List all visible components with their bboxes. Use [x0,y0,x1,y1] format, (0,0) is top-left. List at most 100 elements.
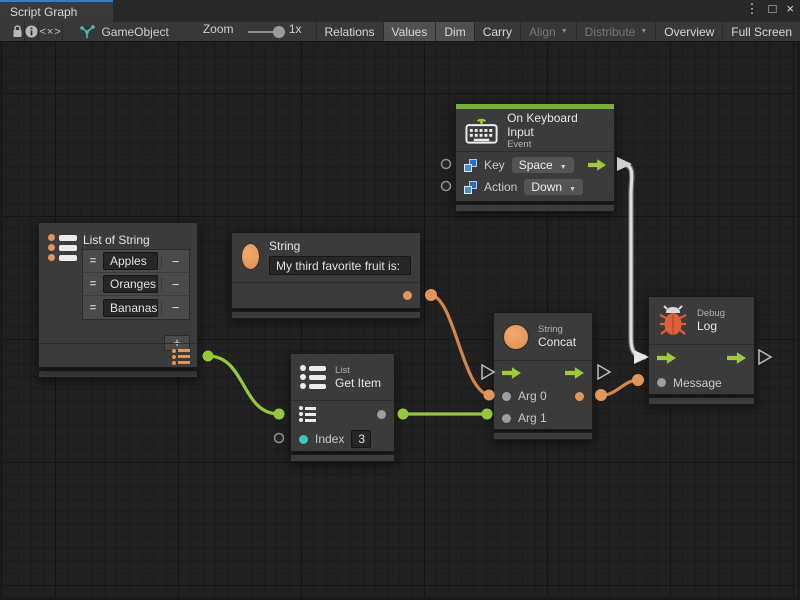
values-button[interactable]: Values [383,22,436,41]
wire-endpoint[interactable] [398,409,409,420]
node-string-literal[interactable]: String My third favorite fruit is: [231,232,421,319]
unity-visual-scripting-window: Script Graph ⋮ □ × <×> [0,0,800,600]
tab-script-graph[interactable]: Script Graph [0,0,113,22]
keyboard-icon [465,115,498,145]
node-title: On Keyboard Input [507,111,605,139]
node-footer [455,204,615,212]
node-debug-log[interactable]: Debug Log Message [648,296,755,405]
align-dropdown[interactable]: Align [520,22,576,41]
arg1-input-port[interactable] [502,414,511,423]
wire-endpoint[interactable] [274,409,285,420]
list-item-field[interactable]: Bananas [103,299,158,317]
wire-endpoint[interactable] [482,409,493,420]
key-dropdown[interactable]: Space [512,157,574,173]
list-item-row: = Bananas − [83,296,189,319]
node-title: String [269,239,411,253]
node-list-of-string[interactable]: List of String = Apples − = Oranges − = [38,222,198,378]
unconnected-port-ring[interactable] [442,182,451,191]
result-output-port[interactable] [575,392,584,401]
string-output-port[interactable] [403,291,412,300]
flow-output-arrow[interactable] [588,159,606,172]
message-port-label: Message [673,376,722,390]
control-wire-casing [621,164,646,357]
list-item-field[interactable]: Oranges [103,275,158,293]
fullscreen-button[interactable]: Full Screen [722,22,800,41]
chevron-down-icon [560,158,567,172]
window-controls: ⋮ □ × [746,1,794,17]
bug-icon [658,305,688,337]
overview-button[interactable]: Overview [655,22,722,41]
node-footer [231,311,421,319]
arg0-input-port[interactable] [502,392,511,401]
drag-handle-icon[interactable]: = [83,255,103,267]
node-concat[interactable]: String Concat Arg 0 Arg 1 [493,312,593,440]
flow-output-arrow[interactable] [727,352,746,365]
zoom-label: Zoom [203,22,234,41]
zoom-slider-knob[interactable] [273,26,285,38]
maximize-icon[interactable]: □ [769,1,777,17]
flow-port-triangle[interactable] [598,365,610,379]
lock-button[interactable] [11,22,25,41]
menu-icon[interactable]: ⋮ [746,1,759,17]
node-category: List [335,365,381,376]
info-button[interactable] [25,22,39,41]
remove-item-button[interactable]: − [161,254,189,269]
code-icon: <×> [39,26,61,38]
wire-endpoint[interactable] [203,351,214,362]
node-get-item[interactable]: List Get Item Index 3 [290,353,395,462]
relations-button[interactable]: Relations [316,22,383,41]
wire-endpoint[interactable] [425,289,437,301]
control-wire [621,164,646,357]
action-dropdown[interactable]: Down [524,179,583,195]
index-input-port[interactable] [299,435,308,444]
unconnected-port-ring[interactable] [442,160,451,169]
action-enum-icon [464,181,477,194]
string-value-field[interactable]: My third favorite fruit is: [269,256,411,275]
list-item-field[interactable]: Apples [103,252,158,270]
list-input-port[interactable] [299,406,316,422]
graph-canvas[interactable]: On Keyboard Input Event Key Space [0,42,800,600]
wire-endpoint[interactable] [632,374,644,386]
index-value-field[interactable]: 3 [351,430,371,448]
node-footer [493,432,593,440]
wire-endpoint[interactable] [595,389,607,401]
carry-button[interactable]: Carry [474,22,520,41]
dim-button[interactable]: Dim [435,22,473,41]
node-category: String [538,324,576,335]
close-icon[interactable]: × [786,1,794,17]
node-title: Concat [538,335,576,349]
drag-handle-icon[interactable]: = [83,302,103,314]
flow-input-arrow[interactable] [502,367,521,380]
node-category: Debug [697,308,725,319]
remove-item-button[interactable]: − [161,300,189,315]
unconnected-port-ring[interactable] [275,434,284,443]
message-input-port[interactable] [657,378,666,387]
list-item-row: = Apples − [83,250,189,273]
index-port-label: Index [315,432,344,446]
gameobject-label: GameObject [101,25,168,39]
flow-port-triangle[interactable] [759,350,771,364]
toolbar-left-pad [0,22,11,41]
action-dropdown-value: Down [531,180,562,194]
list-category-icon [300,365,326,389]
remove-item-button[interactable]: − [161,277,189,292]
zoom-value: 1x [289,22,302,41]
result-wire [601,380,638,395]
drag-handle-icon[interactable]: = [83,278,103,290]
zoom-slider[interactable] [248,31,280,33]
code-view-button[interactable]: <×> [39,22,64,41]
flow-input-arrow[interactable] [657,352,676,365]
string-type-icon [503,324,529,350]
gameobject-reference[interactable]: GameObject [79,22,168,41]
distribute-dropdown[interactable]: Distribute [576,22,656,41]
node-title: Log [697,319,725,333]
list-output-port[interactable] [172,349,190,365]
control-wire-end-arrow [634,350,649,364]
key-dropdown-value: Space [519,158,553,172]
item-output-port[interactable] [377,410,386,419]
flow-output-arrow[interactable] [565,367,584,380]
node-title: List of String [83,233,150,247]
node-footer [38,370,198,378]
key-port-label: Key [484,158,505,172]
node-on-keyboard-input[interactable]: On Keyboard Input Event Key Space [455,103,615,212]
